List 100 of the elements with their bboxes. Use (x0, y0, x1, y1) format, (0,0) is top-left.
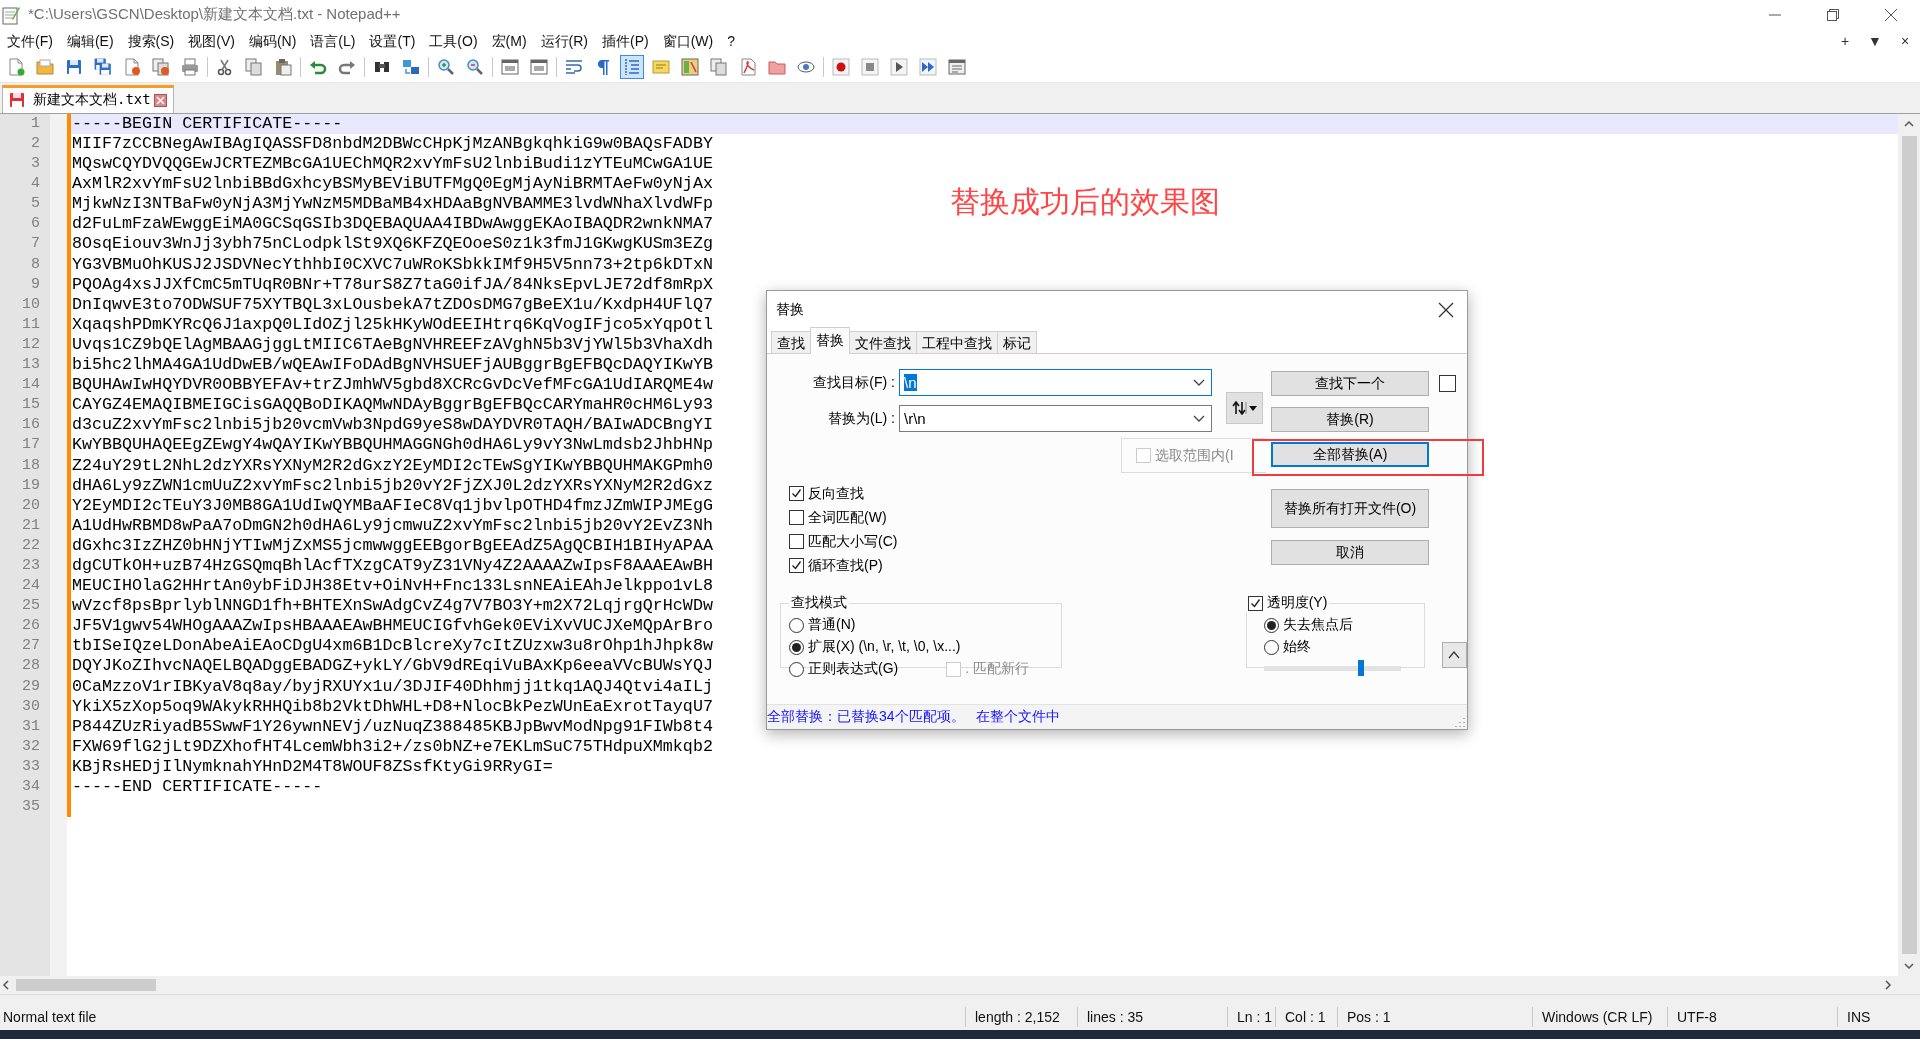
close-icon[interactable] (153, 93, 167, 107)
dialog-button[interactable]: 替换(R) (1271, 407, 1429, 432)
status-message: 全部替换：已替换34个匹配项。 (767, 708, 965, 726)
menu-item[interactable]: 编辑(E) (59, 29, 121, 52)
zoom-out-icon[interactable] (466, 57, 484, 76)
menu-item[interactable]: 宏(M) (484, 29, 534, 52)
chevron-up-icon (1448, 651, 1461, 659)
code-line: MEUCIHOlaG2HHrtAn0ybFiDJH38Etv+OiNvH+Fnc133LsnNEAiEAhJelkppo1vL8 (72, 576, 713, 597)
menu-item[interactable]: 窗口(W) (655, 29, 721, 52)
checkbox[interactable] (789, 534, 804, 549)
status-message: 在整个文件中 (975, 708, 1060, 726)
line-number: 12 (21, 334, 41, 355)
play-icon[interactable] (890, 57, 908, 76)
checkbox[interactable] (789, 558, 804, 573)
scrollbar-thumb[interactable] (16, 979, 156, 992)
menu-item[interactable]: 工具(O) (422, 29, 485, 52)
line-number: 6 (30, 214, 41, 235)
radio-button[interactable] (789, 617, 804, 633)
menu-item[interactable]: 编码(N) (241, 29, 304, 52)
radio-button[interactable] (1263, 639, 1279, 655)
radio-button[interactable] (1263, 617, 1279, 633)
replace-field[interactable]: \r\n (899, 405, 1212, 432)
checkbox-label: . 匹配新行 (965, 660, 1029, 678)
line-number: 7 (30, 234, 41, 255)
record-icon[interactable] (832, 57, 850, 76)
clipboard-icon[interactable] (274, 57, 292, 76)
wrap-icon[interactable] (565, 57, 583, 76)
swap-button[interactable] (1226, 391, 1263, 424)
document-icon[interactable] (739, 57, 757, 76)
checkbox[interactable] (1439, 375, 1456, 392)
scrollbar-thumb[interactable] (1901, 135, 1917, 955)
code-line: YG3VBMuOhKUSJ2JSDVNecYthhbI0CXVC7uWRoKSbkkIMf9H5V5nn73+2tp6kDTxN (72, 254, 713, 275)
file-tab[interactable]: 新建文本文档.txt (2, 84, 174, 113)
line-number: 30 (21, 696, 41, 717)
restore-button[interactable] (1827, 9, 1839, 21)
tab-control-button[interactable]: × (1890, 32, 1920, 49)
line-number: 1 (30, 113, 41, 134)
floppy-disks-icon[interactable] (94, 57, 112, 76)
vertical-scrollbar[interactable] (1898, 113, 1920, 977)
dialog-button[interactable]: 查找下一个 (1271, 371, 1429, 396)
line-number: 5 (30, 194, 41, 215)
pages-icon[interactable] (710, 57, 728, 76)
radio-label: 失去焦点后 (1282, 616, 1353, 634)
line-number: 13 (21, 355, 41, 376)
dialog-button[interactable]: 替换所有打开文件(O) (1271, 489, 1429, 528)
toolbar-button[interactable] (620, 54, 644, 79)
documents-cross-icon[interactable] (152, 57, 170, 76)
list-icon[interactable] (948, 57, 966, 76)
tab-control-button[interactable]: + (1830, 32, 1860, 49)
horizontal-scrollbar[interactable] (0, 976, 1920, 995)
menu-item[interactable]: 运行(R) (533, 29, 595, 52)
pages-icon[interactable] (245, 57, 263, 76)
tab-control-button[interactable]: ▼ (1860, 32, 1890, 49)
stop-icon[interactable] (861, 57, 879, 76)
code-line: tbISeIQzeLDonAbeAiEAoCDgU4xm6B1DcBlcreXy7cItZUzxw3u8rOhp1hJhpk8w (72, 636, 713, 657)
dialog-tab[interactable]: 查找 (771, 331, 811, 354)
replace-icon[interactable] (402, 57, 420, 76)
zoom-in-icon[interactable] (437, 57, 455, 76)
checkbox[interactable] (1247, 595, 1263, 611)
status-text: Pos : 1 (1346, 1009, 1392, 1025)
menu-item[interactable]: 语言(L) (303, 29, 363, 52)
fast-forward-icon[interactable] (919, 57, 937, 76)
code-line: bi5hc2lhMA4GA1UdDwEB/wQEAwIFoDAdBgNVHSUEFjAUBggrBgEFBQcDAQYIKwYB (72, 355, 713, 376)
checkbox[interactable] (789, 510, 804, 525)
window-icon[interactable] (501, 57, 519, 76)
dialog-tab[interactable]: 替换 (810, 327, 850, 354)
scissors-icon[interactable] (216, 57, 234, 76)
document-cross-icon[interactable] (123, 57, 141, 76)
dialog-button[interactable]: 取消 (1271, 540, 1429, 565)
checkbox-label: 全词匹配(W) (808, 508, 887, 527)
radio-label: 始终 (1282, 638, 1311, 656)
close-button[interactable] (1885, 9, 1897, 21)
close-button[interactable] (1438, 301, 1454, 318)
map-icon[interactable] (681, 57, 699, 76)
menu-item[interactable]: 搜索(S) (120, 29, 182, 52)
checkbox-label: 反向查找 (808, 484, 864, 503)
scroll-left-icon[interactable] (0, 979, 12, 992)
scroll-right-icon[interactable] (1882, 979, 1894, 992)
slider-thumb[interactable] (1357, 660, 1364, 676)
status-text: lines : 35 (1086, 1009, 1145, 1025)
printer-icon[interactable] (181, 57, 199, 76)
menu-item[interactable]: 视图(V) (181, 29, 242, 52)
radio-button[interactable] (789, 639, 804, 655)
line-number: 10 (21, 294, 41, 315)
menu-item[interactable]: ? (720, 29, 743, 52)
dialog-tab[interactable]: 工程中查找 (916, 331, 998, 354)
menu-item[interactable]: 插件(P) (595, 29, 656, 52)
document-plus-icon[interactable] (7, 57, 25, 76)
checkbox[interactable] (789, 486, 804, 501)
line-number: 25 (21, 596, 41, 617)
collapse-button[interactable] (1441, 642, 1467, 668)
radio-button[interactable] (789, 661, 804, 677)
dialog-button[interactable]: 全部替换(A) (1271, 442, 1429, 467)
checkbox-label: 循环查找(P) (808, 556, 883, 575)
find-field[interactable]: \n (899, 369, 1212, 396)
menu-item[interactable]: 文件(F) (0, 29, 60, 52)
window-icon[interactable] (530, 57, 548, 76)
dialog-tab[interactable]: 标记 (997, 331, 1037, 354)
resize-grip-icon[interactable] (1455, 717, 1465, 727)
menu-item[interactable]: 设置(T) (362, 29, 423, 52)
